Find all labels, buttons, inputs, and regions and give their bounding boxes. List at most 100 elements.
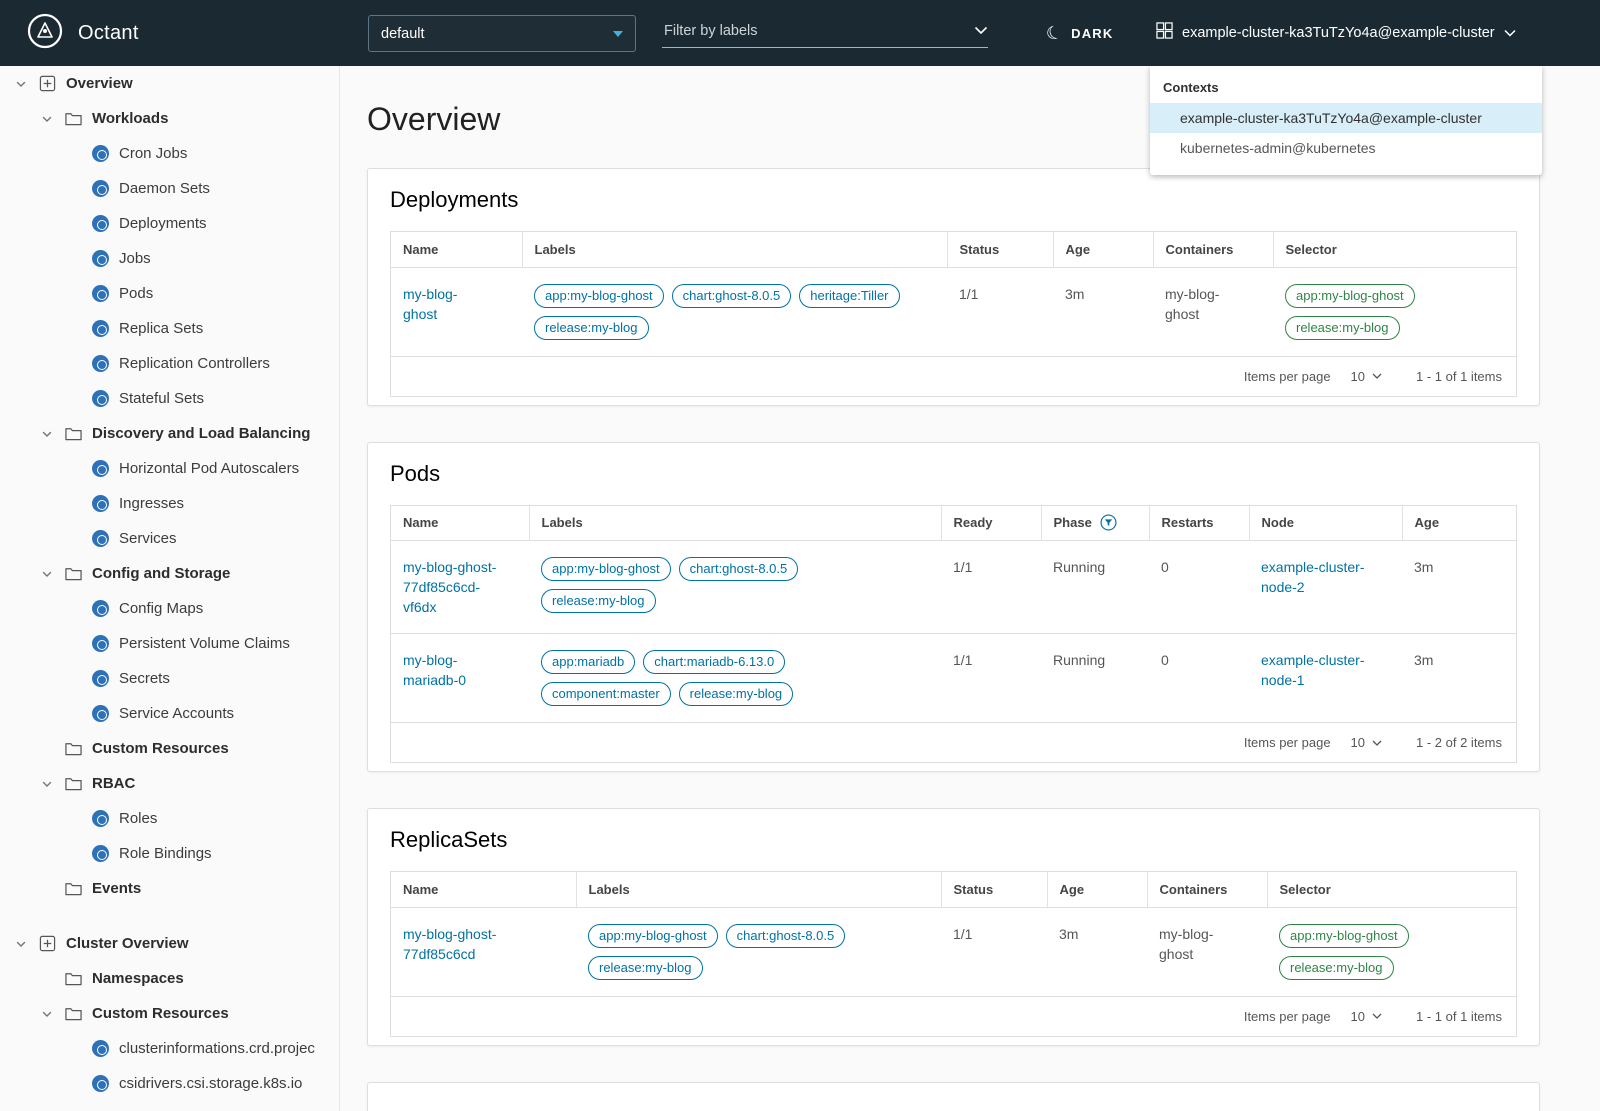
pods-card: Pods Name Labels Ready Phase Restarts No… bbox=[367, 441, 1540, 772]
sidebar-item-clusterinformations[interactable]: clusterinformations.crd.projec bbox=[0, 1031, 339, 1066]
sidebar-item-workloads[interactable]: Workloads bbox=[0, 101, 339, 136]
theme-toggle[interactable]: ☾ DARK bbox=[1043, 0, 1113, 66]
chevron-down-icon bbox=[613, 30, 623, 37]
chevron-down-icon[interactable] bbox=[14, 938, 28, 950]
deployments-table: Name Labels Status Age Containers Select… bbox=[390, 231, 1517, 397]
context-menu: Contexts example-cluster-ka3TuTzYo4a@exa… bbox=[1150, 66, 1542, 175]
table-row: my-blog-mariadb-0 app:mariadb chart:mari… bbox=[391, 633, 1516, 722]
context-menu-item[interactable]: example-cluster-ka3TuTzYo4a@example-clus… bbox=[1150, 103, 1542, 133]
sidebar-item-service-accounts[interactable]: Service Accounts bbox=[0, 696, 339, 731]
column-header-age: Age bbox=[1053, 232, 1154, 268]
sidebar-item-discovery-and-load-balancing[interactable]: Discovery and Load Balancing bbox=[0, 416, 339, 451]
sidebar-item-deployments[interactable]: Deployments bbox=[0, 206, 339, 241]
folder-icon bbox=[64, 741, 82, 756]
sidebar-item-config-and-storage[interactable]: Config and Storage bbox=[0, 556, 339, 591]
label-chip: heritage:Tiller bbox=[799, 283, 900, 308]
sidebar-item-persistent-volume-claims[interactable]: Persistent Volume Claims bbox=[0, 626, 339, 661]
namespace-selector[interactable]: default bbox=[368, 15, 636, 52]
status-cell: 1/1 bbox=[959, 285, 979, 302]
page-size-select[interactable]: 10 bbox=[1351, 1009, 1382, 1024]
resource-icon bbox=[92, 705, 109, 722]
sidebar-item-label: Jobs bbox=[119, 250, 151, 267]
sidebar-item-role-bindings[interactable]: Role Bindings bbox=[0, 836, 339, 871]
table-header-row: Name Labels Ready Phase Restarts Node Ag… bbox=[391, 505, 1516, 541]
folder-icon bbox=[64, 881, 82, 896]
chevron-down-icon[interactable] bbox=[40, 778, 54, 790]
app-title: Octant bbox=[78, 21, 139, 44]
chevron-down-icon bbox=[1372, 373, 1382, 379]
sidebar-item-custom-resources[interactable]: Custom Resources bbox=[0, 731, 339, 766]
pagination: Items per page 10 1 - 1 of 1 items bbox=[391, 355, 1516, 396]
sidebar-item-jobs[interactable]: Jobs bbox=[0, 241, 339, 276]
label-chip: release:my-blog bbox=[588, 955, 703, 980]
sidebar-item-events[interactable]: Events bbox=[0, 871, 339, 906]
label-chip: app:mariadb bbox=[541, 650, 636, 674]
sidebar-item-overview[interactable]: Overview bbox=[0, 66, 339, 101]
resource-icon bbox=[92, 530, 109, 547]
chevron-down-icon[interactable] bbox=[40, 568, 54, 580]
containers-cell: my-blog-ghost bbox=[1165, 285, 1220, 322]
sidebar-item-namespaces[interactable]: Namespaces bbox=[0, 961, 339, 996]
overview-icon bbox=[38, 75, 56, 92]
sidebar-item-horizontal-pod-autoscalers[interactable]: Horizontal Pod Autoscalers bbox=[0, 451, 339, 486]
sidebar-item-csidrivers[interactable]: csidrivers.csi.storage.k8s.io bbox=[0, 1066, 339, 1101]
folder-icon bbox=[64, 776, 82, 791]
resource-icon bbox=[92, 460, 109, 477]
page-size-select[interactable]: 10 bbox=[1351, 735, 1382, 750]
sidebar-item-stateful-sets[interactable]: Stateful Sets bbox=[0, 381, 339, 416]
sidebar-item-replica-sets[interactable]: Replica Sets bbox=[0, 311, 339, 346]
labels-group: app:mariadb chart:mariadb-6.13.0 compone… bbox=[541, 650, 871, 706]
resource-icon bbox=[92, 495, 109, 512]
chevron-down-icon[interactable] bbox=[40, 1008, 54, 1020]
selector-group: app:my-blog-ghost release:my-blog bbox=[1279, 923, 1504, 980]
chevron-down-icon bbox=[1504, 24, 1516, 42]
pagination: Items per page 10 1 - 2 of 2 items bbox=[391, 722, 1516, 762]
sidebar-item-roles[interactable]: Roles bbox=[0, 801, 339, 836]
deployment-link[interactable]: my-blog-ghost bbox=[403, 284, 483, 324]
label-chip: app:my-blog-ghost bbox=[541, 557, 671, 581]
sidebar-item-secrets[interactable]: Secrets bbox=[0, 661, 339, 696]
labels-group: app:my-blog-ghost chart:ghost-8.0.5 heri… bbox=[534, 283, 935, 340]
page-size-select[interactable]: 10 bbox=[1351, 369, 1382, 384]
sidebar-item-config-maps[interactable]: Config Maps bbox=[0, 591, 339, 626]
sidebar-item-label: Roles bbox=[119, 810, 158, 827]
sidebar-item-daemon-sets[interactable]: Daemon Sets bbox=[0, 171, 339, 206]
sidebar-item-label: Events bbox=[92, 880, 142, 897]
chevron-down-icon[interactable] bbox=[40, 428, 54, 440]
chevron-down-icon[interactable] bbox=[40, 113, 54, 125]
sidebar-item-label: Deployments bbox=[119, 215, 207, 232]
folder-icon bbox=[64, 1006, 82, 1021]
sidebar-item-label: Persistent Volume Claims bbox=[119, 635, 290, 652]
resource-icon bbox=[92, 390, 109, 407]
sidebar-item-label: Replication Controllers bbox=[119, 355, 270, 372]
sidebar-item-cluster-overview[interactable]: Cluster Overview bbox=[0, 926, 339, 961]
sidebar-item-label: Role Bindings bbox=[119, 845, 212, 862]
label-filter-input[interactable] bbox=[662, 21, 942, 40]
selector-chip: release:my-blog bbox=[1279, 955, 1394, 980]
replicaset-link[interactable]: my-blog-ghost-77df85c6cd bbox=[403, 924, 525, 964]
resource-icon bbox=[92, 1075, 109, 1092]
table-header-row: Name Labels Status Age Containers Select… bbox=[391, 872, 1516, 908]
containers-cell: my-blog-ghost bbox=[1159, 925, 1214, 962]
sidebar-item-replication-controllers[interactable]: Replication Controllers bbox=[0, 346, 339, 381]
filter-icon[interactable] bbox=[1100, 514, 1117, 531]
column-header-containers: Containers bbox=[1153, 232, 1274, 268]
context-selector[interactable]: example-cluster-ka3TuTzYo4a@example-clus… bbox=[1156, 0, 1516, 66]
sidebar-item-services[interactable]: Services bbox=[0, 521, 339, 556]
label-chip: release:my-blog bbox=[534, 315, 649, 340]
pod-link[interactable]: my-blog-ghost-77df85c6cd-vf6dx bbox=[403, 557, 505, 617]
node-link[interactable]: example-cluster-node-2 bbox=[1261, 557, 1390, 597]
folder-icon bbox=[64, 566, 82, 581]
cluster-icon bbox=[1156, 22, 1173, 44]
sidebar-item-rbac[interactable]: RBAC bbox=[0, 766, 339, 801]
chevron-down-icon[interactable] bbox=[14, 78, 28, 90]
sidebar-item-custom-resources-cluster[interactable]: Custom Resources bbox=[0, 996, 339, 1031]
sidebar-item-cron-jobs[interactable]: Cron Jobs bbox=[0, 136, 339, 171]
sidebar-item-ingresses[interactable]: Ingresses bbox=[0, 486, 339, 521]
context-menu-item[interactable]: kubernetes-admin@kubernetes bbox=[1150, 133, 1542, 163]
sidebar-item-pods[interactable]: Pods bbox=[0, 276, 339, 311]
phase-cell: Running bbox=[1041, 633, 1149, 722]
pod-link[interactable]: my-blog-mariadb-0 bbox=[403, 650, 505, 690]
node-link[interactable]: example-cluster-node-1 bbox=[1261, 650, 1390, 690]
label-filter[interactable] bbox=[662, 14, 988, 48]
